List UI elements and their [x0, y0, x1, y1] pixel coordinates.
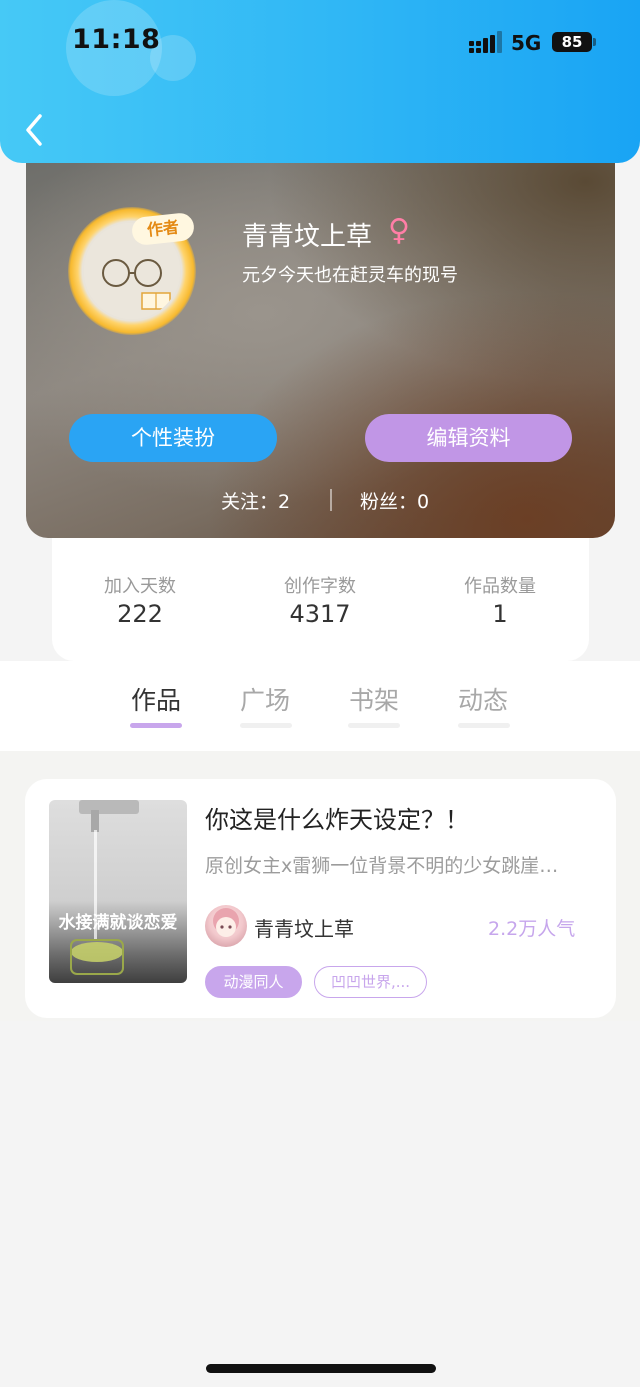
stat-join-days: 加入天数 222	[60, 572, 220, 628]
back-arrow-icon[interactable]	[20, 110, 50, 150]
tab-indicator-active	[130, 723, 182, 728]
profile-card: 作者 青青坟上草 ♀ 元夕今天也在赶灵车的现号 个性装扮 编辑资料 关注：2 粉…	[26, 163, 615, 538]
stat-label: 加入天数	[104, 576, 176, 597]
stats-card: 加入天数 222 创作字数 4317 作品数量 1	[52, 538, 589, 661]
stat-work-count: 作品数量 1	[420, 572, 580, 628]
work-description: 原创女主x雷狮一位背景不明的少女跳崖…	[205, 855, 559, 877]
stat-value: 222	[117, 600, 163, 628]
stat-label: 创作字数	[284, 576, 356, 597]
battery-tip	[593, 38, 596, 46]
following-count[interactable]: 关注：2	[221, 487, 290, 514]
tab-works[interactable]: 作品	[126, 681, 186, 717]
popularity-count: 2.2万人气	[488, 918, 576, 940]
stat-value: 1	[492, 600, 508, 628]
faucet-image-icon	[70, 800, 139, 975]
tab-moments[interactable]: 动态	[453, 681, 513, 717]
tab-indicator	[240, 723, 292, 728]
work-card[interactable]: 水接满就谈恋爱 你这是什么炸天设定？！ 原创女主x雷狮一位背景不明的少女跳崖… …	[25, 779, 616, 1018]
stat-word-count: 创作字数 4317	[240, 572, 400, 628]
top-header: 11:18 5G 85	[0, 0, 640, 163]
anime-avatar-icon	[213, 908, 239, 937]
tab-indicator	[458, 723, 510, 728]
work-cover-image[interactable]: 水接满就谈恋爱	[49, 800, 187, 983]
follow-divider	[330, 489, 332, 511]
dress-up-button[interactable]: 个性装扮	[69, 414, 277, 462]
cover-caption: 水接满就谈恋爱	[58, 913, 178, 933]
edit-profile-button[interactable]: 编辑资料	[365, 414, 572, 462]
profile-bio: 元夕今天也在赶灵车的现号	[242, 265, 458, 286]
tag-anime-fanfic[interactable]: 动漫同人	[205, 966, 302, 998]
tab-indicator	[348, 723, 400, 728]
female-icon: ♀	[388, 213, 410, 248]
tag-world[interactable]: 凹凹世界,...	[314, 966, 427, 998]
stat-label: 作品数量	[464, 576, 536, 597]
tab-square[interactable]: 广场	[235, 681, 295, 717]
author-avatar[interactable]	[205, 905, 247, 947]
status-time: 11:18	[72, 24, 161, 55]
home-indicator	[206, 1364, 436, 1373]
work-title[interactable]: 你这是什么炸天设定？！	[205, 800, 469, 835]
signal-icon	[469, 31, 502, 53]
network-type: 5G	[511, 31, 542, 55]
tab-bar: 作品 广场 书架 动态	[0, 661, 640, 751]
stat-value: 4317	[289, 600, 351, 628]
work-author[interactable]: 青青坟上草	[254, 913, 354, 942]
battery-icon: 85	[552, 32, 592, 52]
fans-count[interactable]: 粉丝：0	[360, 487, 429, 514]
profile-name: 青青坟上草	[242, 222, 373, 252]
tab-bookshelf[interactable]: 书架	[344, 681, 404, 717]
